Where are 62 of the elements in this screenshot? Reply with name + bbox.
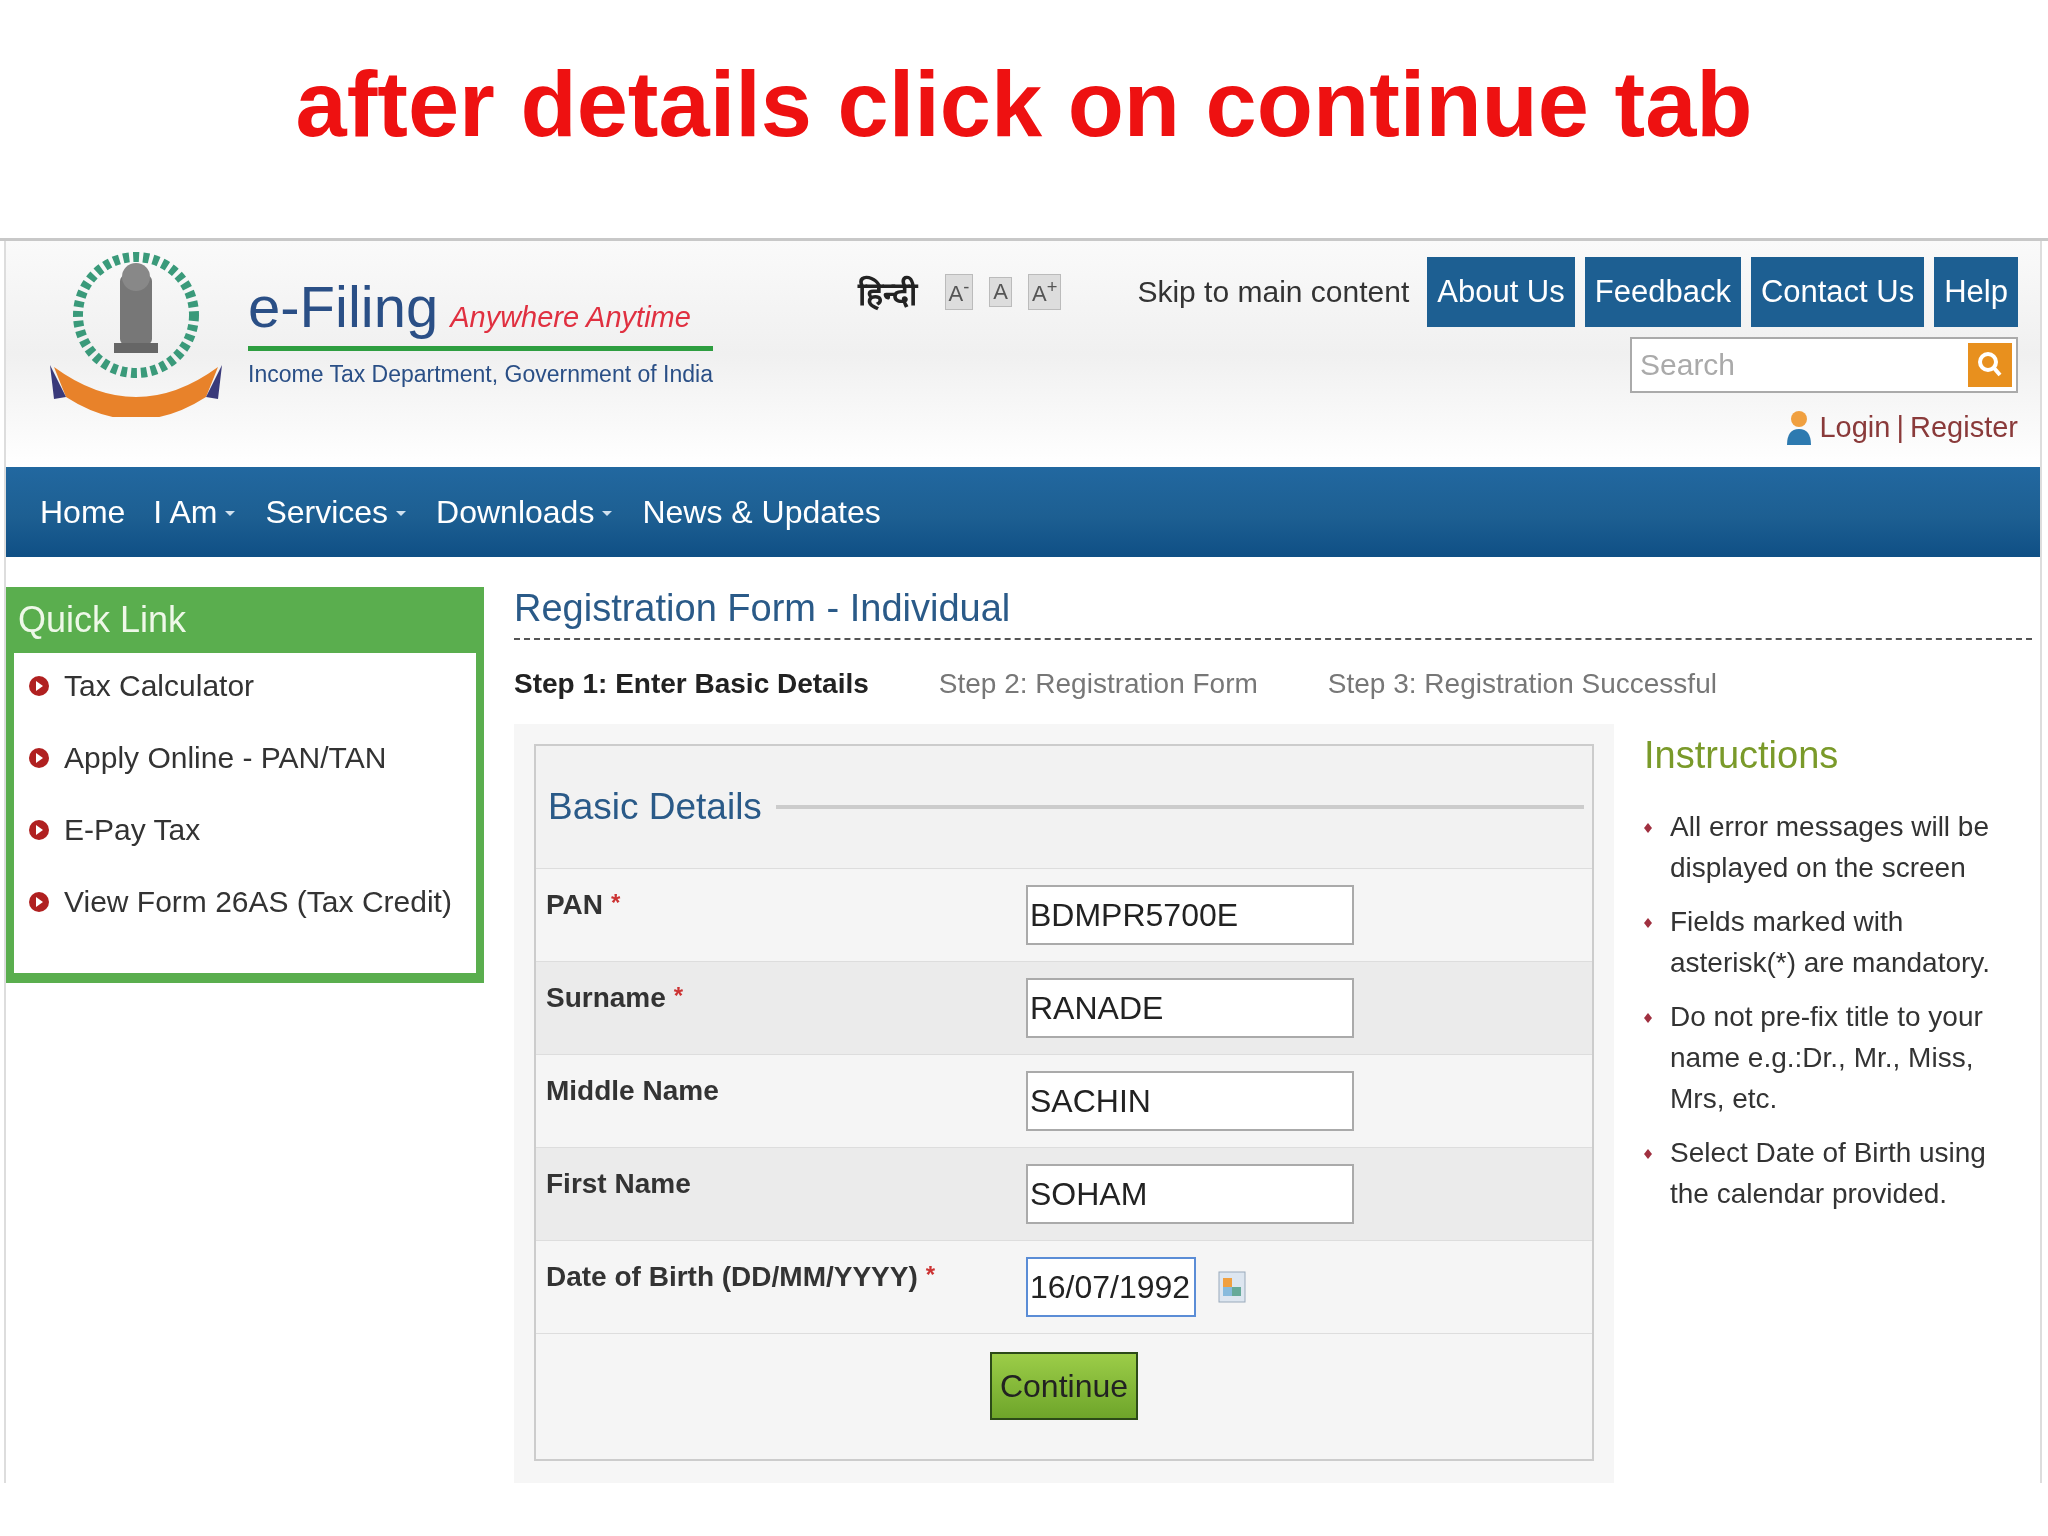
text-size-button[interactable]: A$^{+}$ [1028,274,1062,310]
bullet-icon [1644,1149,1652,1160]
arrow-bullet-icon [28,747,50,769]
arrow-bullet-icon [28,891,50,913]
nav-item[interactable]: Home [40,493,126,531]
field-label: Surname [546,982,666,1014]
separator: | [1896,410,1904,444]
continue-button[interactable]: Continue [989,1352,1139,1420]
arrow-bullet-icon [28,819,50,841]
top-menu-button[interactable]: Contact Us [1750,257,1925,327]
field-label: First Name [546,1168,691,1200]
bullet-icon [1644,1013,1652,1024]
step-label: Step 3: Registration Successful [1327,668,1717,700]
quick-link[interactable]: Tax Calculator [64,669,255,703]
field-label: Date of Birth (DD/MM/YYYY) [546,1261,918,1293]
required-mark: * [925,1261,936,1290]
bullet-icon [1644,823,1652,833]
section-title: Basic Details [548,786,762,828]
search-field[interactable]: Search [1630,337,2018,393]
language-link[interactable]: हिन्दी [857,270,917,314]
nav-item[interactable]: Downloads [436,493,615,531]
tagline: Anywhere Anytime [450,301,691,334]
quick-link[interactable]: E-Pay Tax [64,813,201,847]
instruction-text: Select Date of Birth using the calendar provided. [1670,1136,1987,1211]
top-menu-button[interactable]: About Us [1427,257,1575,327]
login-link[interactable]: Login [1819,410,1891,444]
input-field[interactable]: RANADE [1026,978,1354,1038]
nav-item[interactable]: Services [265,493,409,531]
instruction-text: Fields marked with asterisk(*) are mandatory. [1670,905,1992,980]
instructions-title: Instructions [1644,734,1840,777]
user-icon [1785,409,1814,445]
field-label: PAN [546,889,604,921]
bullet-icon [1644,918,1652,929]
search-icon[interactable] [1968,343,2012,387]
arrow-bullet-icon [28,675,50,697]
input-field[interactable]: SACHIN [1026,1071,1354,1131]
calendar-icon[interactable] [1218,1271,1246,1303]
date-field[interactable]: 16/07/1992 [1026,1257,1196,1317]
panel-title: Quick Link [17,598,188,642]
input-field[interactable]: BDMPR5700E [1026,885,1354,945]
instruction-text: Do not pre-fix title to your name e.g.:Dr., Mr., Miss, Mrs, etc. [1670,1000,1984,1116]
slide-caption: after details click on continue tab [295,51,1753,157]
subtitle: Income Tax Department, Government of India [248,361,713,388]
text-size-button[interactable]: A$^{-}$ [944,274,974,310]
top-menu-button[interactable]: Feedback [1584,257,1741,327]
step-label: Step 2: Registration Form [938,668,1258,700]
required-mark: * [611,889,621,918]
instruction-text: All error messages will be displayed on the screen [1670,810,1990,885]
step-label: Step 1: Enter Basic Details [514,668,869,700]
field-label: Middle Name [546,1075,719,1107]
quick-link[interactable]: View Form 26AS (Tax Credit) [64,885,452,919]
nav-item[interactable]: News & Updates [642,493,881,531]
register-link[interactable]: Register [1910,410,2018,444]
skip-link[interactable]: Skip to main content [1137,275,1410,309]
nav-item[interactable]: I Am [153,493,238,531]
page-title: Registration Form - Individual [514,587,2032,640]
text-size-button[interactable]: A [989,277,1012,307]
top-menu-button[interactable]: Help [1934,257,2018,327]
required-mark: * [673,982,684,1011]
logo-title: e-Filing [248,273,439,340]
input-field[interactable]: SOHAM [1026,1164,1354,1224]
quick-link[interactable]: Apply Online - PAN/TAN [64,741,387,775]
